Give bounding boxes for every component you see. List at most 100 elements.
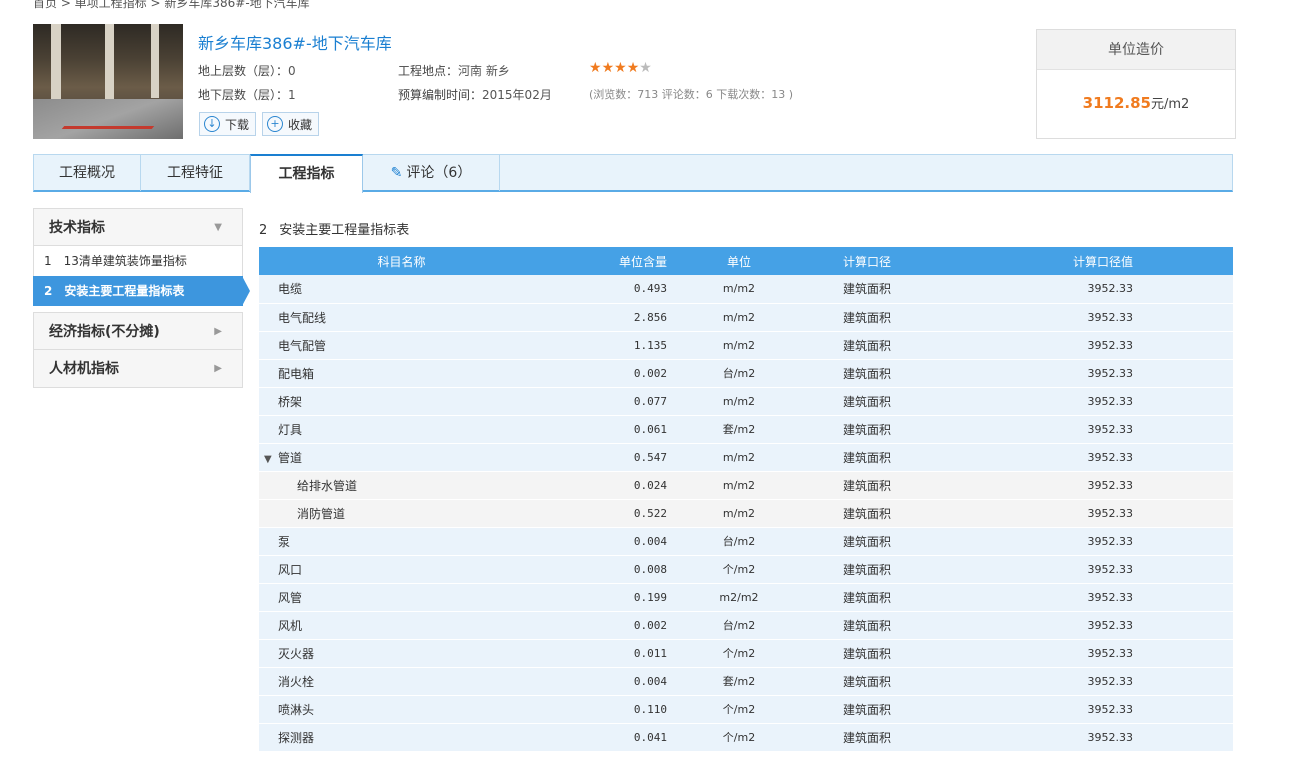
chevron-right-icon: ▶ <box>214 363 222 374</box>
table-header-row: 科目名称 单位含量 单位 计算口径 计算口径值 <box>259 247 1233 275</box>
cell-name-text: 管道 <box>278 450 303 465</box>
cell-name: 电气配管 <box>259 331 544 360</box>
project-title[interactable]: 新乡车库386#-地下汽车库 <box>198 30 392 54</box>
location: 工程地点：河南 新乡 <box>398 62 510 79</box>
sidebar-tech-label: 技术指标 <box>49 220 105 236</box>
download-label: 下载 <box>225 117 250 132</box>
cell-value: 3952.33 <box>949 471 1233 500</box>
cell-unit-text: 台/m2 <box>722 367 756 380</box>
star-filled-icon: ★ <box>601 60 615 76</box>
floors-above-label: 地上层数（层）： <box>198 64 289 78</box>
cell-calc: 建筑面积 <box>789 639 949 668</box>
cell-calc-text: 建筑面积 <box>843 450 892 465</box>
cell-name-text: 配电箱 <box>278 366 315 381</box>
star-filled-icon: ★ <box>614 60 627 76</box>
sidebar-econ-header[interactable]: 经济指标(不分摊) ▶ <box>33 312 243 350</box>
floors-below-label: 地下层数（层）： <box>198 88 289 102</box>
cell-qty: 0.110 <box>544 695 689 724</box>
cell-unit-text: 套/m2 <box>722 423 756 436</box>
cell-calc: 建筑面积 <box>789 667 949 696</box>
floors-above-value: 0 <box>288 64 296 78</box>
cell-name: 风机 <box>259 611 544 640</box>
cell-name-text: 桥架 <box>278 394 303 409</box>
cell-calc: 建筑面积 <box>789 695 949 724</box>
tab-overview[interactable]: 工程概况 <box>34 155 141 191</box>
cell-unit: 个/m2 <box>689 555 789 584</box>
cell-value-text: 3952.33 <box>1087 562 1134 576</box>
cell-unit: 个/m2 <box>689 723 789 752</box>
sidebar-item-no: 2 <box>44 284 53 298</box>
cell-calc: 建筑面积 <box>789 527 949 556</box>
table-row: 电缆 0.493 m/m2 建筑面积 3952.33 <box>259 275 1233 304</box>
download-icon: ↓ <box>204 116 220 132</box>
cell-unit: m2/m2 <box>689 583 789 612</box>
cell-unit: 个/m2 <box>689 639 789 668</box>
cell-unit-text: m/m2 <box>722 478 756 492</box>
cell-qty: 0.004 <box>544 527 689 556</box>
cell-value-text: 3952.33 <box>1087 590 1134 604</box>
table-row: 风口 0.008 个/m2 建筑面积 3952.33 <box>259 555 1233 584</box>
cell-calc-text: 建筑面积 <box>843 422 892 437</box>
cell-unit: 个/m2 <box>689 695 789 724</box>
cell-value-text: 3952.33 <box>1087 366 1134 380</box>
unit-price-body: 3112.85元/m2 <box>1037 70 1235 138</box>
cell-name-text: 给排水管道 <box>297 478 358 493</box>
expand-triangle-icon[interactable]: ▼ <box>264 454 278 465</box>
cell-qty-text: 0.002 <box>633 618 667 632</box>
cell-unit: m/m2 <box>689 387 789 416</box>
project-stats: (浏览数：713 评论数：6 下载次数：13 ) <box>589 88 794 101</box>
cell-name-text: 消防管道 <box>297 506 346 521</box>
pencil-icon: ✎ <box>390 165 403 181</box>
table-row: 桥架 0.077 m/m2 建筑面积 3952.33 <box>259 387 1233 416</box>
thumb-pillar <box>51 24 61 104</box>
col-header-value[interactable]: 计算口径值 <box>949 247 1233 275</box>
cell-calc: 建筑面积 <box>789 331 949 360</box>
sidebar-labor-header[interactable]: 人材机指标 ▶ <box>33 350 243 388</box>
breadcrumb[interactable]: 首页 > 单项工程指标 > 新乡车库386#-地下汽车库 <box>33 0 310 11</box>
table-row: 电气配管 1.135 m/m2 建筑面积 3952.33 <box>259 331 1233 360</box>
cell-calc-text: 建筑面积 <box>843 282 892 297</box>
cell-unit-text: m/m2 <box>722 394 756 408</box>
star-empty-icon: ★ <box>639 60 652 76</box>
col-header-unit[interactable]: 单位 <box>689 247 789 275</box>
cell-unit-text: m/m2 <box>722 506 756 520</box>
cell-qty: 2.856 <box>544 303 689 332</box>
cell-unit-text: 个/m2 <box>722 647 756 660</box>
cell-unit: 套/m2 <box>689 415 789 444</box>
cell-qty-text: 0.061 <box>633 422 667 436</box>
tab-comments[interactable]: ✎ 评论（6） <box>363 155 500 191</box>
cell-name: 风管 <box>259 583 544 612</box>
cell-calc: 建筑面积 <box>789 387 949 416</box>
cell-qty-text: 0.008 <box>633 562 667 576</box>
cell-unit: m/m2 <box>689 303 789 332</box>
cell-qty-text: 0.011 <box>633 646 667 660</box>
col-header-qty[interactable]: 单位含量 <box>544 247 689 275</box>
project-thumbnail[interactable] <box>33 24 183 139</box>
budget-time: 预算编制时间：2015年02月 <box>398 86 552 103</box>
unit-price-header: 单位造价 <box>1037 30 1235 70</box>
cell-value: 3952.33 <box>949 331 1233 360</box>
cell-qty: 0.002 <box>544 359 689 388</box>
tab-features[interactable]: 工程特征 <box>141 155 250 191</box>
download-button[interactable]: ↓ 下载 <box>199 112 257 136</box>
unit-price-value: 3112.85 <box>1082 94 1151 112</box>
cell-calc-text: 建筑面积 <box>843 338 892 353</box>
cell-value: 3952.33 <box>949 303 1233 332</box>
location-label: 工程地点： <box>398 64 459 78</box>
unit-price-unit: 元/m2 <box>1151 97 1190 112</box>
col-header-calc[interactable]: 计算口径 <box>789 247 949 275</box>
chevron-down-icon: ▼ <box>214 222 222 233</box>
sidebar-item-install[interactable]: 2 安装主要工程量指标表 <box>33 276 250 306</box>
tab-indicators[interactable]: 工程指标 <box>250 154 363 193</box>
cell-qty: 0.024 <box>544 471 689 500</box>
cell-unit-text: 个/m2 <box>722 731 756 744</box>
sidebar-item-decoration[interactable]: 1 13清单建筑装饰量指标 <box>33 246 243 276</box>
cell-name: 风口 <box>259 555 544 584</box>
sidebar-labor-label: 人材机指标 <box>49 361 119 377</box>
sidebar-tech-header[interactable]: 技术指标 ▼ <box>33 208 243 246</box>
favorite-button[interactable]: + 收藏 <box>262 112 320 136</box>
cell-name: 灭火器 <box>259 639 544 668</box>
cell-qty: 0.522 <box>544 499 689 528</box>
col-header-name[interactable]: 科目名称 <box>259 247 544 275</box>
cell-value-text: 3952.33 <box>1087 702 1134 716</box>
